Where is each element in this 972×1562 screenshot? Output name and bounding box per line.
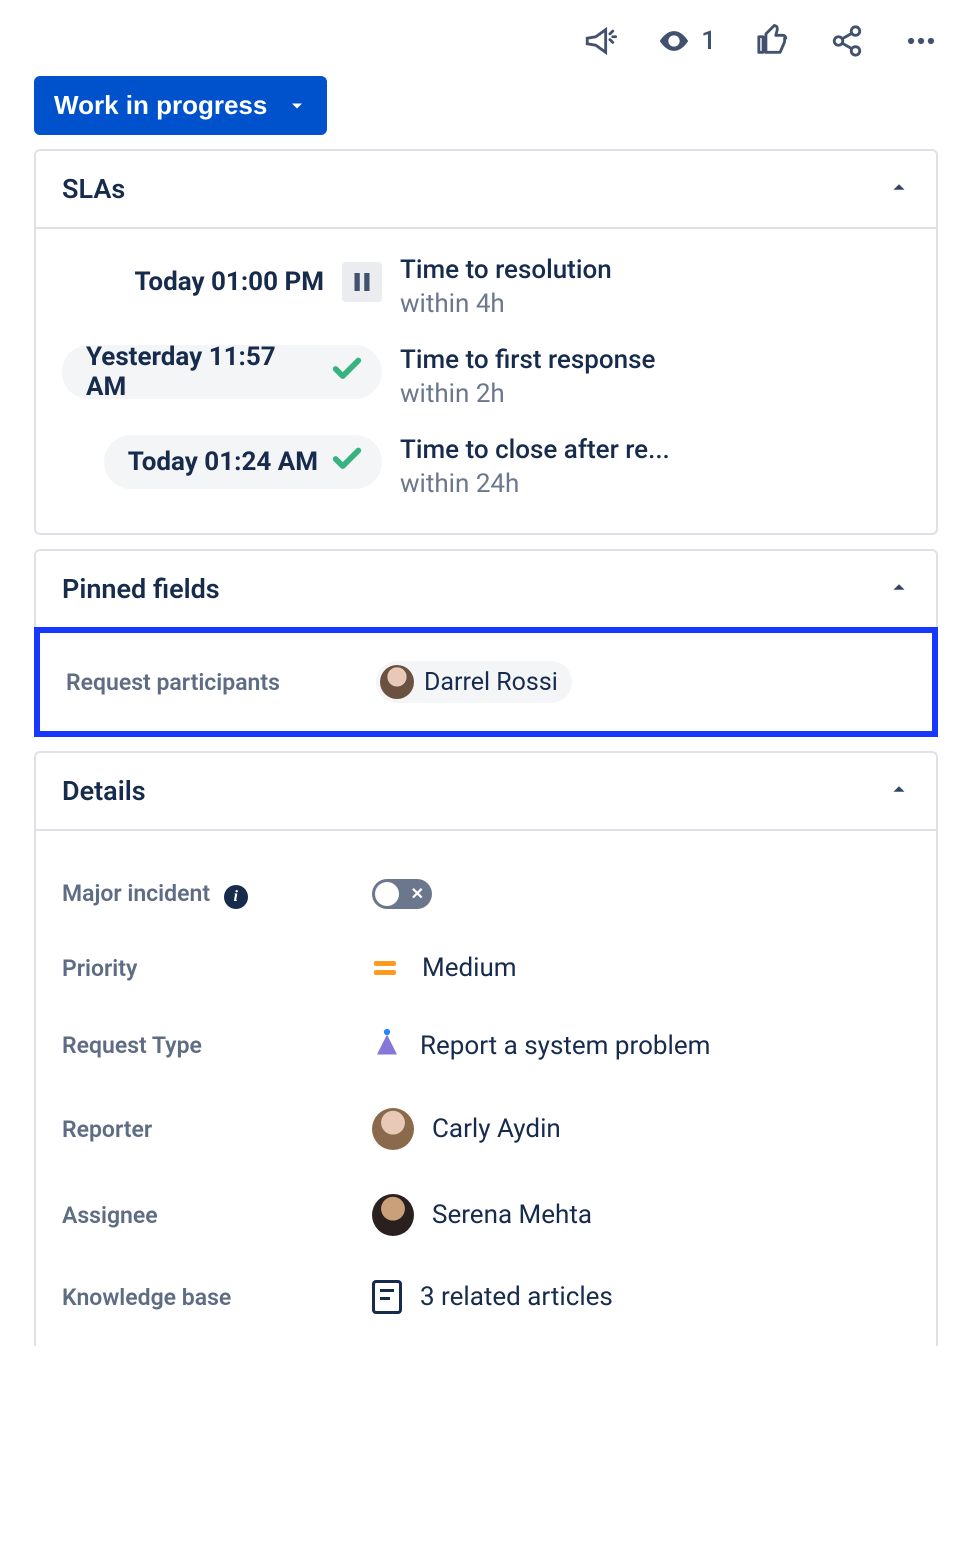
watch-button[interactable]: 1	[657, 24, 716, 58]
sla-goal: within 24h	[400, 469, 910, 499]
article-icon	[372, 1280, 402, 1314]
assignee-value: Serena Mehta	[432, 1200, 592, 1230]
pinned-title: Pinned fields	[62, 573, 220, 605]
sla-name: Time to first response	[400, 345, 910, 375]
pause-icon	[342, 262, 382, 302]
slas-title: SLAs	[62, 173, 125, 205]
like-button[interactable]	[756, 24, 790, 58]
status-dropdown[interactable]: Work in progress	[34, 76, 327, 135]
info-icon[interactable]: i	[224, 885, 248, 909]
pinned-panel: Pinned fields	[34, 549, 938, 629]
major-incident-label: Major incident i	[62, 880, 372, 909]
assignee-row[interactable]: Assignee Serena Mehta	[62, 1172, 910, 1258]
slas-panel-header[interactable]: SLAs	[36, 151, 936, 227]
more-actions-button[interactable]	[904, 24, 938, 58]
sla-row: Yesterday 11:57 AM Time to first respons…	[62, 345, 910, 409]
slas-body: Today 01:00 PM Time to resolution within…	[36, 229, 936, 533]
priority-value: Medium	[422, 953, 517, 983]
pinned-panel-header[interactable]: Pinned fields	[36, 551, 936, 627]
avatar	[372, 1108, 414, 1150]
assignee-label: Assignee	[62, 1202, 372, 1229]
share-icon	[830, 24, 864, 58]
sla-goal: within 2h	[400, 379, 910, 409]
participant-chip[interactable]: Darrel Rossi	[376, 661, 572, 703]
collapse-icon	[888, 576, 910, 602]
reporter-row[interactable]: Reporter Carly Aydin	[62, 1086, 910, 1172]
collapse-icon	[888, 778, 910, 804]
details-panel: Details Major incident i ✕ Priority Medi…	[34, 751, 938, 1346]
collapse-icon	[888, 176, 910, 202]
sla-row: Today 01:00 PM Time to resolution within…	[62, 255, 910, 319]
sla-time: Today 01:24 AM	[128, 447, 318, 477]
check-icon	[330, 352, 364, 393]
avatar	[380, 665, 414, 699]
chevron-down-icon	[287, 96, 307, 116]
sla-time-chip: Today 01:24 AM	[104, 435, 382, 489]
sla-time: Yesterday 11:57 AM	[86, 342, 318, 402]
sla-time: Today 01:00 PM	[135, 267, 324, 297]
sla-goal: within 4h	[400, 289, 910, 319]
sla-time-chip: Yesterday 11:57 AM	[62, 345, 382, 399]
request-type-label: Request Type	[62, 1032, 372, 1059]
slas-panel: SLAs Today 01:00 PM Time to resolution w…	[34, 149, 938, 535]
request-type-row[interactable]: Request Type Report a system problem	[62, 1005, 910, 1086]
watch-count: 1	[701, 26, 716, 56]
reporter-label: Reporter	[62, 1116, 372, 1143]
sla-row: Today 01:24 AM Time to close after re...…	[62, 435, 910, 499]
priority-row[interactable]: Priority Medium	[62, 931, 910, 1005]
more-icon	[904, 24, 938, 58]
priority-label: Priority	[62, 955, 372, 982]
details-body: Major incident i ✕ Priority Medium Reque…	[36, 831, 936, 1346]
reporter-value: Carly Aydin	[432, 1114, 561, 1144]
sla-name: Time to close after re...	[400, 435, 910, 465]
sla-time-chip: Today 01:00 PM	[135, 255, 382, 309]
details-title: Details	[62, 775, 146, 807]
avatar	[372, 1194, 414, 1236]
feedback-button[interactable]	[583, 24, 617, 58]
request-participants-row[interactable]: Request participants Darrel Rossi	[34, 627, 938, 737]
eye-icon	[657, 24, 691, 58]
status-label: Work in progress	[54, 90, 267, 121]
kb-value: 3 related articles	[420, 1282, 613, 1312]
thumbs-up-icon	[756, 24, 790, 58]
request-type-value: Report a system problem	[420, 1031, 710, 1061]
sla-name: Time to resolution	[400, 255, 910, 285]
priority-medium-icon	[374, 961, 396, 975]
megaphone-icon	[583, 24, 617, 58]
knowledge-base-row[interactable]: Knowledge base 3 related articles	[62, 1258, 910, 1336]
share-button[interactable]	[830, 24, 864, 58]
participant-name: Darrel Rossi	[424, 668, 558, 697]
major-incident-toggle[interactable]: ✕	[372, 879, 432, 909]
major-incident-row: Major incident i ✕	[62, 857, 910, 931]
details-panel-header[interactable]: Details	[36, 753, 936, 829]
request-participants-label: Request participants	[66, 669, 376, 696]
request-type-icon	[372, 1027, 402, 1064]
kb-label: Knowledge base	[62, 1284, 372, 1311]
check-icon	[330, 442, 364, 483]
